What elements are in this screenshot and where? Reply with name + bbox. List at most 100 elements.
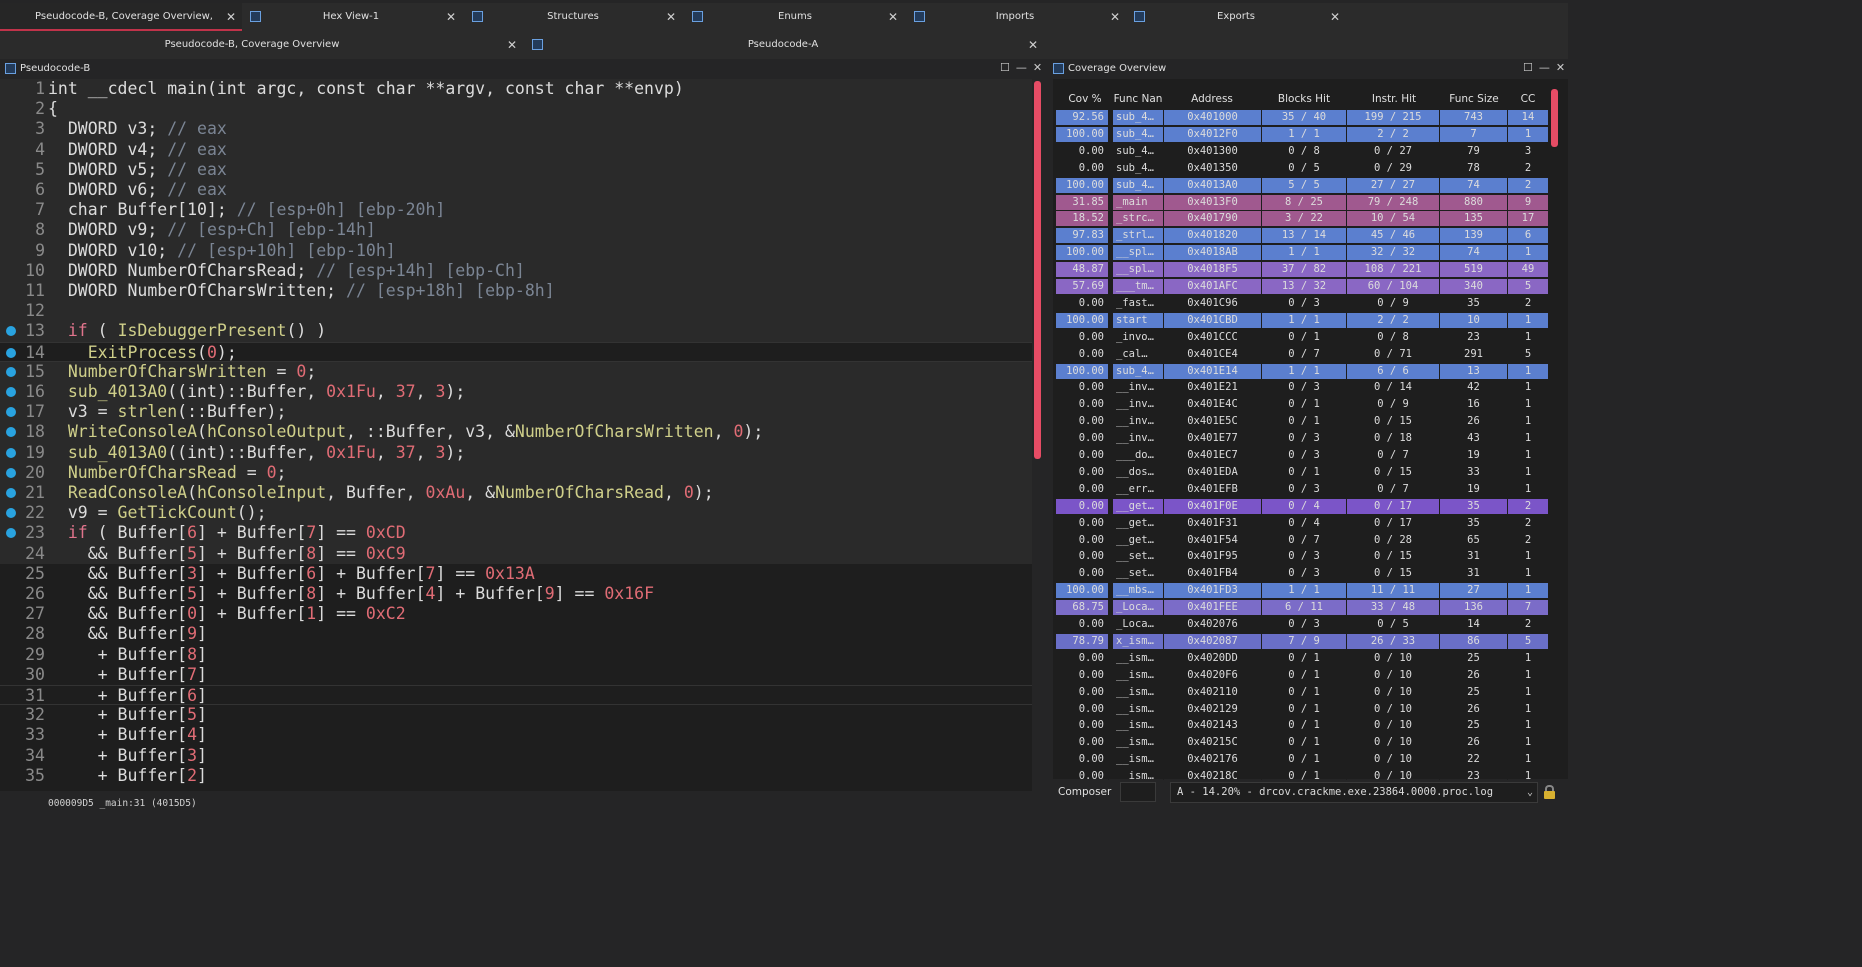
table-row[interactable]: 92.56 sub_4… 0x401000 35 / 40 199 / 215 743 14 bbox=[0, 110, 1568, 126]
table-row[interactable]: 0.00 __ism… 0x402143 0 / 10 / 10 25 1 bbox=[0, 718, 1568, 734]
maximize-icon[interactable]: ☐ bbox=[1523, 61, 1533, 74]
table-cell-addr: 0x401820 bbox=[1164, 228, 1262, 244]
table-cell-name: sub_4… bbox=[1113, 160, 1164, 176]
column-header[interactable]: Func Size bbox=[1446, 92, 1502, 106]
table-row[interactable]: 0.00 __set… 0x401FB4 0 / 30 / 15 31 1 bbox=[0, 566, 1568, 582]
table-row[interactable]: 97.83 _strl… 0x401820 13 / 14 45 / 46 139 6 bbox=[0, 228, 1568, 244]
table-cell-name: ___tm… bbox=[1113, 279, 1164, 294]
table-cell-blocks: 0 / 3 bbox=[1262, 617, 1347, 632]
close-icon[interactable]: ✕ bbox=[666, 3, 676, 31]
table-row[interactable]: 0.00 ___do… 0x401EC7 0 / 30 / 7 19 1 bbox=[0, 448, 1568, 464]
table-row[interactable]: 78.79 x_ism… 0x402087 7 / 9 26 / 33 86 5 bbox=[0, 633, 1568, 650]
table-cell-name: __ism… bbox=[1113, 735, 1164, 751]
table-row[interactable]: 0.00 __ism… 0x4020F6 0 / 10 / 10 26 1 bbox=[0, 667, 1568, 684]
maximize-icon[interactable]: ☐ bbox=[1000, 61, 1010, 74]
coverage-window-controls: ☐ — ✕ bbox=[1517, 61, 1565, 74]
exports-icon bbox=[1134, 11, 1145, 22]
table-row[interactable]: 18.52 _strc… 0x401790 3 / 22 10 / 54 135 17 bbox=[0, 211, 1568, 227]
table-cell-instr: 32 / 32 bbox=[1347, 245, 1440, 261]
table-row[interactable]: 0.00 __ism… 0x402110 0 / 10 / 10 25 1 bbox=[0, 684, 1568, 701]
table-cell-cov: 0.00 bbox=[1056, 346, 1109, 362]
table-row[interactable]: 0.00 sub_4… 0x401300 0 / 80 / 27 79 3 bbox=[0, 143, 1568, 160]
tab-exports[interactable]: Exports ✕ bbox=[1134, 3, 1348, 31]
table-row[interactable]: 100.00 start 0x401CBD 1 / 12 / 2 10 1 bbox=[0, 312, 1568, 329]
table-row[interactable]: 0.00 __ism… 0x402176 0 / 10 / 10 22 1 bbox=[0, 752, 1568, 768]
table-row[interactable]: 0.00 __ism… 0x4020DD 0 / 10 / 10 25 1 bbox=[0, 650, 1568, 667]
table-cell-blocks: 35 / 40 bbox=[1262, 110, 1347, 125]
table-cell-size: 25 bbox=[1440, 718, 1508, 734]
table-row[interactable]: 100.00 sub_4… 0x4013A0 5 / 5 27 / 27 74 2 bbox=[0, 177, 1568, 194]
column-header[interactable]: Func Nan bbox=[1113, 92, 1163, 106]
table-cell-cov: 0.00 bbox=[1056, 752, 1109, 768]
table-cell-addr: 0x401000 bbox=[1164, 110, 1262, 125]
minimize-icon[interactable]: — bbox=[1016, 61, 1027, 74]
table-cell-name: __ism… bbox=[1113, 667, 1164, 683]
table-row[interactable]: 0.00 _cal… 0x401CE4 0 / 70 / 71 291 5 bbox=[0, 346, 1568, 363]
table-cell-name: sub_4… bbox=[1113, 110, 1164, 125]
table-row[interactable]: 0.00 sub_4… 0x401350 0 / 50 / 29 78 2 bbox=[0, 160, 1568, 177]
table-cell-cov: 92.56 bbox=[1056, 110, 1109, 125]
close-icon[interactable]: ✕ bbox=[446, 3, 456, 31]
table-row[interactable]: 100.00 __mbs… 0x401FD3 1 / 1 11 / 11 27 1 bbox=[0, 583, 1568, 599]
table-row[interactable]: 0.00 __err… 0x401EFB 0 / 30 / 7 19 1 bbox=[0, 481, 1568, 498]
tab-enums[interactable]: Enums ✕ bbox=[690, 3, 908, 31]
table-row[interactable]: 48.87 __spl… 0x4018F5 37 / 82 108 / 221 519 49 bbox=[0, 262, 1568, 278]
close-icon[interactable]: ✕ bbox=[507, 31, 517, 59]
coverage-file-select[interactable]: A - 14.20% - drcov.crackme.exe.23864.000… bbox=[1170, 782, 1538, 803]
table-row[interactable]: 0.00 _invo… 0x401CCC 0 / 10 / 8 23 1 bbox=[0, 329, 1568, 346]
minimize-icon[interactable]: — bbox=[1539, 61, 1550, 74]
table-row[interactable]: 68.75 _Loca… 0x401FEE 6 / 11 33 / 48 136 7 bbox=[0, 600, 1568, 616]
chevron-down-icon[interactable]: ⌄ bbox=[1527, 783, 1533, 802]
table-row[interactable]: 31.85 _main 0x4013F0 8 / 25 79 / 248 880 9 bbox=[0, 194, 1568, 211]
table-cell-addr: 0x401E77 bbox=[1164, 431, 1262, 447]
close-icon[interactable]: ✕ bbox=[226, 3, 236, 31]
table-row[interactable]: 100.00 sub_4… 0x401E14 1 / 16 / 6 13 1 bbox=[0, 363, 1568, 380]
table-row[interactable]: 57.69 ___tm… 0x401AFC 13 / 32 60 / 104 340 5 bbox=[0, 279, 1568, 295]
table-cell-cov: 0.00 bbox=[1056, 481, 1109, 497]
table-row[interactable]: 0.00 __inv… 0x401E5C 0 / 10 / 15 26 1 bbox=[0, 414, 1568, 430]
table-cell-cc: 1 bbox=[1524, 398, 1532, 411]
tab-hex-view-1[interactable]: Hex View-1 ✕ bbox=[246, 3, 464, 31]
tab-label: Pseudocode-B, Coverage Overview bbox=[164, 39, 340, 50]
table-cell-addr: 0x401C96 bbox=[1164, 295, 1262, 311]
table-row[interactable]: 0.00 _Loca… 0x402076 0 / 30 / 5 14 2 bbox=[0, 617, 1568, 633]
table-row[interactable]: 0.00 __dos… 0x401EDA 0 / 10 / 15 33 1 bbox=[0, 464, 1568, 481]
table-row[interactable]: 0.00 __ism… 0x402129 0 / 10 / 10 26 1 bbox=[0, 701, 1568, 718]
table-row[interactable]: 0.00 __get… 0x401F31 0 / 40 / 17 35 2 bbox=[0, 515, 1568, 532]
column-header[interactable]: CC bbox=[1513, 92, 1543, 106]
close-icon[interactable]: ✕ bbox=[1330, 3, 1340, 31]
table-row[interactable]: 0.00 __ism… 0x40215C 0 / 10 / 10 26 1 bbox=[0, 735, 1568, 751]
close-icon[interactable]: ✕ bbox=[1556, 61, 1565, 74]
close-icon[interactable]: ✕ bbox=[1028, 31, 1038, 59]
table-row[interactable]: 0.00 __set… 0x401F95 0 / 30 / 15 31 1 bbox=[0, 549, 1568, 565]
table-row[interactable]: 0.00 __inv… 0x401E77 0 / 30 / 18 43 1 bbox=[0, 431, 1568, 447]
tab-pseudocode-a[interactable]: Pseudocode-A ✕ bbox=[530, 31, 1042, 59]
column-header[interactable]: Blocks Hit bbox=[1272, 92, 1336, 106]
code-line[interactable]: 1 int __cdecl main(int argc, const char *… bbox=[0, 79, 1032, 100]
table-cell-instr: 0 / 71 bbox=[1347, 346, 1440, 362]
close-icon[interactable]: ✕ bbox=[888, 3, 898, 31]
table-cell-size: 10 bbox=[1440, 312, 1508, 328]
table-row[interactable]: 0.00 _fast… 0x401C96 0 / 30 / 9 35 2 bbox=[0, 295, 1568, 312]
column-header[interactable]: Instr. Hit bbox=[1362, 92, 1426, 106]
tab-imports[interactable]: Imports ✕ bbox=[912, 3, 1130, 31]
tab-pseudocode-b-coverage-pseudocode-a[interactable]: Pseudocode-B, Coverage Overview, Pseudoc… bbox=[0, 3, 242, 50]
close-icon[interactable]: ✕ bbox=[1033, 61, 1042, 74]
table-row[interactable]: 0.00 __inv… 0x401E4C 0 / 10 / 9 16 1 bbox=[0, 397, 1568, 413]
lock-icon[interactable] bbox=[1544, 785, 1555, 799]
table-row[interactable]: 100.00 __spl… 0x4018AB 1 / 1 32 / 32 74 1 bbox=[0, 245, 1568, 261]
table-row[interactable]: 0.00 __get… 0x401F0E 0 / 40 / 17 35 2 bbox=[0, 498, 1568, 515]
column-header[interactable]: Address bbox=[1170, 92, 1254, 106]
table-row[interactable]: 100.00 sub_4… 0x4012F0 1 / 12 / 271 bbox=[0, 126, 1568, 143]
table-cell-cc: 17 bbox=[1508, 211, 1548, 227]
table-cell-size: 31 bbox=[1440, 549, 1508, 565]
composer-input[interactable] bbox=[1120, 782, 1156, 802]
table-row[interactable]: 0.00 __get… 0x401F54 0 / 70 / 28 65 2 bbox=[0, 532, 1568, 549]
tab-pseudocode-b-coverage[interactable]: Pseudocode-B, Coverage Overview ✕ bbox=[0, 31, 528, 59]
column-header[interactable]: Cov % bbox=[1062, 92, 1108, 106]
coverage-scrollbar[interactable] bbox=[1551, 89, 1558, 147]
table-row[interactable]: 0.00 __inv… 0x401E21 0 / 30 / 14 42 1 bbox=[0, 380, 1568, 396]
close-icon[interactable]: ✕ bbox=[1110, 3, 1120, 31]
tab-structures[interactable]: Structures ✕ bbox=[468, 3, 686, 31]
table-cell-size: 31 bbox=[1440, 566, 1508, 582]
